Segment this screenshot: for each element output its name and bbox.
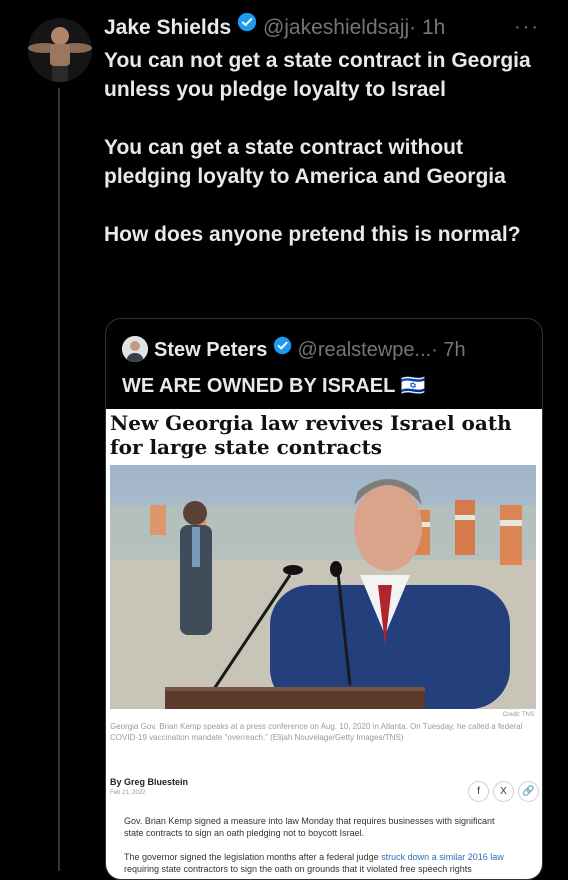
photo-credit: Credit: TNS <box>502 712 534 718</box>
quote-header: Stew Peters @realstewpe...· 7h <box>122 335 466 364</box>
author-avatar[interactable] <box>28 18 92 82</box>
quote-author-name: Stew Peters <box>154 339 268 361</box>
article-photo <box>110 465 536 709</box>
tweet-header: Jake Shields @jakeshieldsajj· 1h <box>104 12 445 42</box>
paragraph-2-text-end: requiring state contractors to sign the … <box>124 864 472 874</box>
quote-text: WE ARE OWNED BY ISRAEL 🇮🇱 <box>122 373 425 398</box>
link-share-icon: 🔗 <box>518 781 539 802</box>
article-byline: By Greg Bluestein <box>110 777 189 787</box>
author-name[interactable]: Jake Shields <box>104 16 231 39</box>
article-title: New Georgia law revives Israel oath for … <box>110 411 512 459</box>
quote-author-avatar <box>122 335 148 362</box>
photo-caption: Georgia Gov. Brian Kemp speaks at a pres… <box>110 722 523 742</box>
author-handle[interactable]: @jakeshieldsajj <box>263 16 409 39</box>
verified-badge-icon <box>237 12 257 40</box>
thread-line <box>58 88 60 871</box>
quote-time: · 7h <box>431 339 466 361</box>
article-link: struck down a similar 2016 law <box>381 852 504 862</box>
israel-flag-emoji: 🇮🇱 <box>400 375 426 397</box>
article-paragraph-1: Gov. Brian Kemp signed a measure into la… <box>124 816 495 838</box>
quote-text-body: WE ARE OWNED BY ISRAEL <box>122 375 395 397</box>
more-options-icon[interactable]: ··· <box>514 16 540 39</box>
tweet-time[interactable]: · 1h <box>409 16 445 39</box>
quote-verified-badge-icon <box>273 336 292 362</box>
article-paragraph-2: The governor signed the legislation mont… <box>124 851 522 875</box>
article-date: Feb 21, 2022 <box>110 790 146 796</box>
paragraph-2-text-start: The governor signed the legislation mont… <box>124 852 382 862</box>
x-share-icon: X <box>493 781 514 802</box>
quote-author-handle: @realstewpe... <box>297 339 432 361</box>
facebook-share-icon: f <box>468 781 489 802</box>
quoted-tweet[interactable]: Stew Peters @realstewpe...· 7h WE ARE OW… <box>105 318 543 880</box>
article-image[interactable]: New Georgia law revives Israel oath for … <box>106 409 542 879</box>
tweet-text: You can not get a state contract in Geor… <box>104 49 531 246</box>
